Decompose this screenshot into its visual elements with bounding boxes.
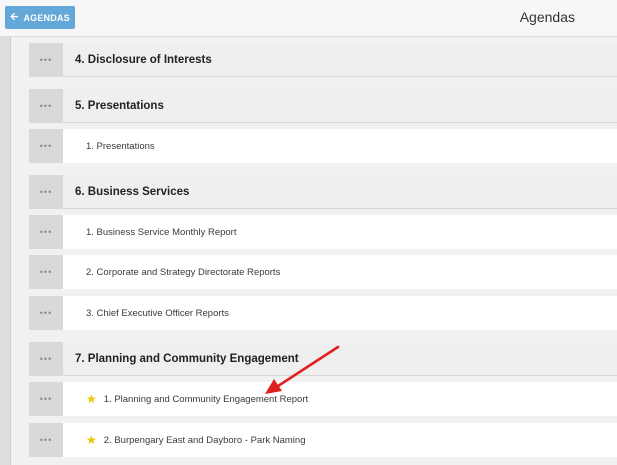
drag-handle-icon[interactable]: ••• xyxy=(29,255,63,289)
section-title: 5. Presentations xyxy=(75,99,164,112)
agenda-item-row[interactable]: ••• 3. Chief Executive Officer Reports xyxy=(29,296,617,330)
item-title: 1. Presentations xyxy=(86,140,155,152)
agenda-section-row[interactable]: ••• 5. Presentations xyxy=(29,89,617,123)
drag-handle-icon[interactable]: ••• xyxy=(29,129,63,163)
agenda-section-row[interactable]: ••• 7. Planning and Community Engagement xyxy=(29,342,617,376)
section-title: 7. Planning and Community Engagement xyxy=(75,352,299,365)
drag-handle-icon[interactable]: ••• xyxy=(29,382,63,416)
item-title: 2. Burpengary East and Dayboro - Park Na… xyxy=(103,434,306,446)
item-title: 3. Chief Executive Officer Reports xyxy=(86,307,229,319)
drag-handle-icon[interactable]: ••• xyxy=(29,43,63,77)
page-title: Agendas xyxy=(519,9,575,25)
agenda-item-row[interactable]: ••• ★ 1. Planning and Community Engageme… xyxy=(29,382,617,416)
item-title: 1. Planning and Community Engagement Rep… xyxy=(103,393,309,405)
star-icon[interactable]: ★ xyxy=(86,392,97,406)
section-title: 4. Disclosure of Interests xyxy=(75,53,212,66)
drag-handle-icon[interactable]: ••• xyxy=(29,296,63,330)
agenda-item-row[interactable]: ••• 1. Business Service Monthly Report xyxy=(29,215,617,249)
left-rail xyxy=(0,37,11,465)
section-title: 6. Business Services xyxy=(75,185,190,198)
item-title: 2. Corporate and Strategy Directorate Re… xyxy=(86,266,281,278)
agenda-item-row[interactable]: ••• ★ 2. Burpengary East and Dayboro - P… xyxy=(29,423,617,457)
agenda-item-row[interactable]: ••• 1. Presentations xyxy=(29,129,617,163)
drag-handle-icon[interactable]: ••• xyxy=(29,423,63,457)
top-bar: 🡨 AGENDAS Agendas xyxy=(0,0,617,37)
arrow-left-icon: 🡨 xyxy=(10,11,19,23)
item-title: 1. Business Service Monthly Report xyxy=(86,226,237,238)
back-button-label: AGENDAS xyxy=(23,12,70,23)
drag-handle-icon[interactable]: ••• xyxy=(29,175,63,209)
agenda-item-row[interactable]: ••• 2. Corporate and Strategy Directorat… xyxy=(29,255,617,289)
star-icon[interactable]: ★ xyxy=(86,433,97,447)
agenda-section-row[interactable]: ••• 6. Business Services xyxy=(29,175,617,209)
drag-handle-icon[interactable]: ••• xyxy=(29,215,63,249)
drag-handle-icon[interactable]: ••• xyxy=(29,89,63,123)
drag-handle-icon[interactable]: ••• xyxy=(29,342,63,376)
back-to-agendas-button[interactable]: 🡨 AGENDAS xyxy=(5,6,75,29)
agenda-section-row[interactable]: ••• 4. Disclosure of Interests xyxy=(29,43,617,77)
